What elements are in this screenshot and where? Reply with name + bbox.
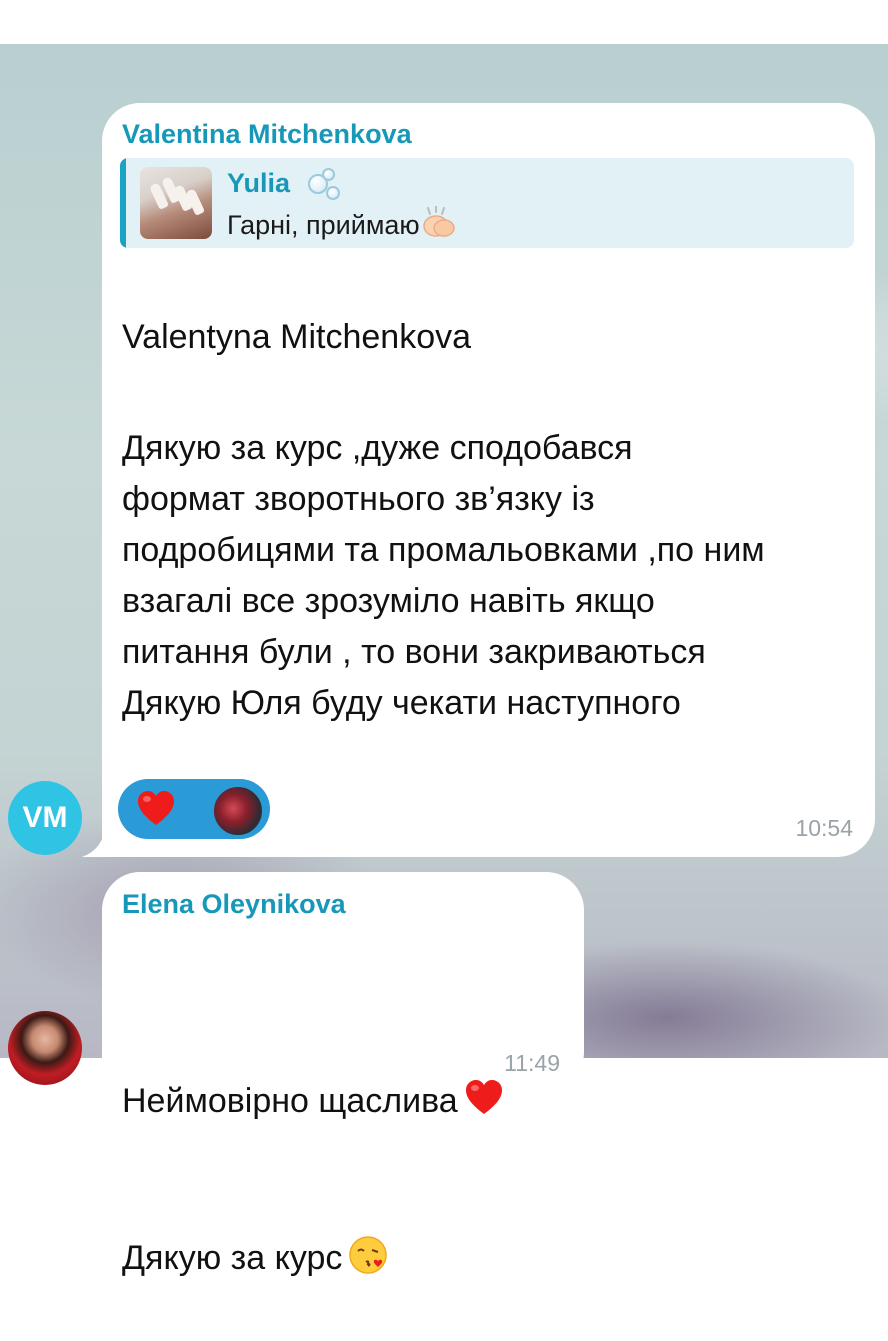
reply-text: Гарні, приймаю xyxy=(227,205,456,245)
heart-icon xyxy=(136,789,176,834)
reply-accent-bar xyxy=(120,158,126,248)
message-text: Дякую за курс ,дуже сподобався формат зв… xyxy=(122,423,862,835)
red-heart-icon xyxy=(464,1027,504,1133)
reply-author: Yulia xyxy=(227,168,291,198)
reactions-pill[interactable] xyxy=(118,779,270,839)
message-bubble[interactable]: Valentina Mitchenkova Yulia Гарні, прийм… xyxy=(102,103,875,857)
message-text-name: Valentyna Mitchenkova xyxy=(122,318,472,356)
message-time: 10:54 xyxy=(795,815,853,841)
avatar[interactable]: VM xyxy=(8,781,82,855)
reply-quote[interactable]: Yulia Гарні, приймаю xyxy=(120,158,854,248)
message-bubble[interactable]: Elena Oleynikova Неймовірно щаслива Дяку… xyxy=(102,872,584,1277)
sender-name[interactable]: Elena Oleynikova xyxy=(122,889,346,920)
reactor-avatar xyxy=(212,785,264,837)
message-text: Неймовірно щаслива Дякую за курс xyxy=(122,976,504,1341)
reply-thumbnail xyxy=(140,167,212,239)
kissing-face-icon xyxy=(348,1184,388,1290)
message-line-1: Неймовірно щаслива xyxy=(122,1027,504,1133)
clapping-hands-icon xyxy=(422,205,456,245)
message-time: 11:49 xyxy=(504,1050,560,1076)
avatar[interactable] xyxy=(8,1011,82,1085)
sender-name[interactable]: Valentina Mitchenkova xyxy=(122,119,412,150)
bubbles-icon xyxy=(306,164,346,204)
chat-area: Valentina Mitchenkova Yulia Гарні, прийм… xyxy=(0,44,888,1277)
message-line-2: Дякую за курс xyxy=(122,1184,504,1290)
avatar-initials: VM xyxy=(22,801,68,834)
